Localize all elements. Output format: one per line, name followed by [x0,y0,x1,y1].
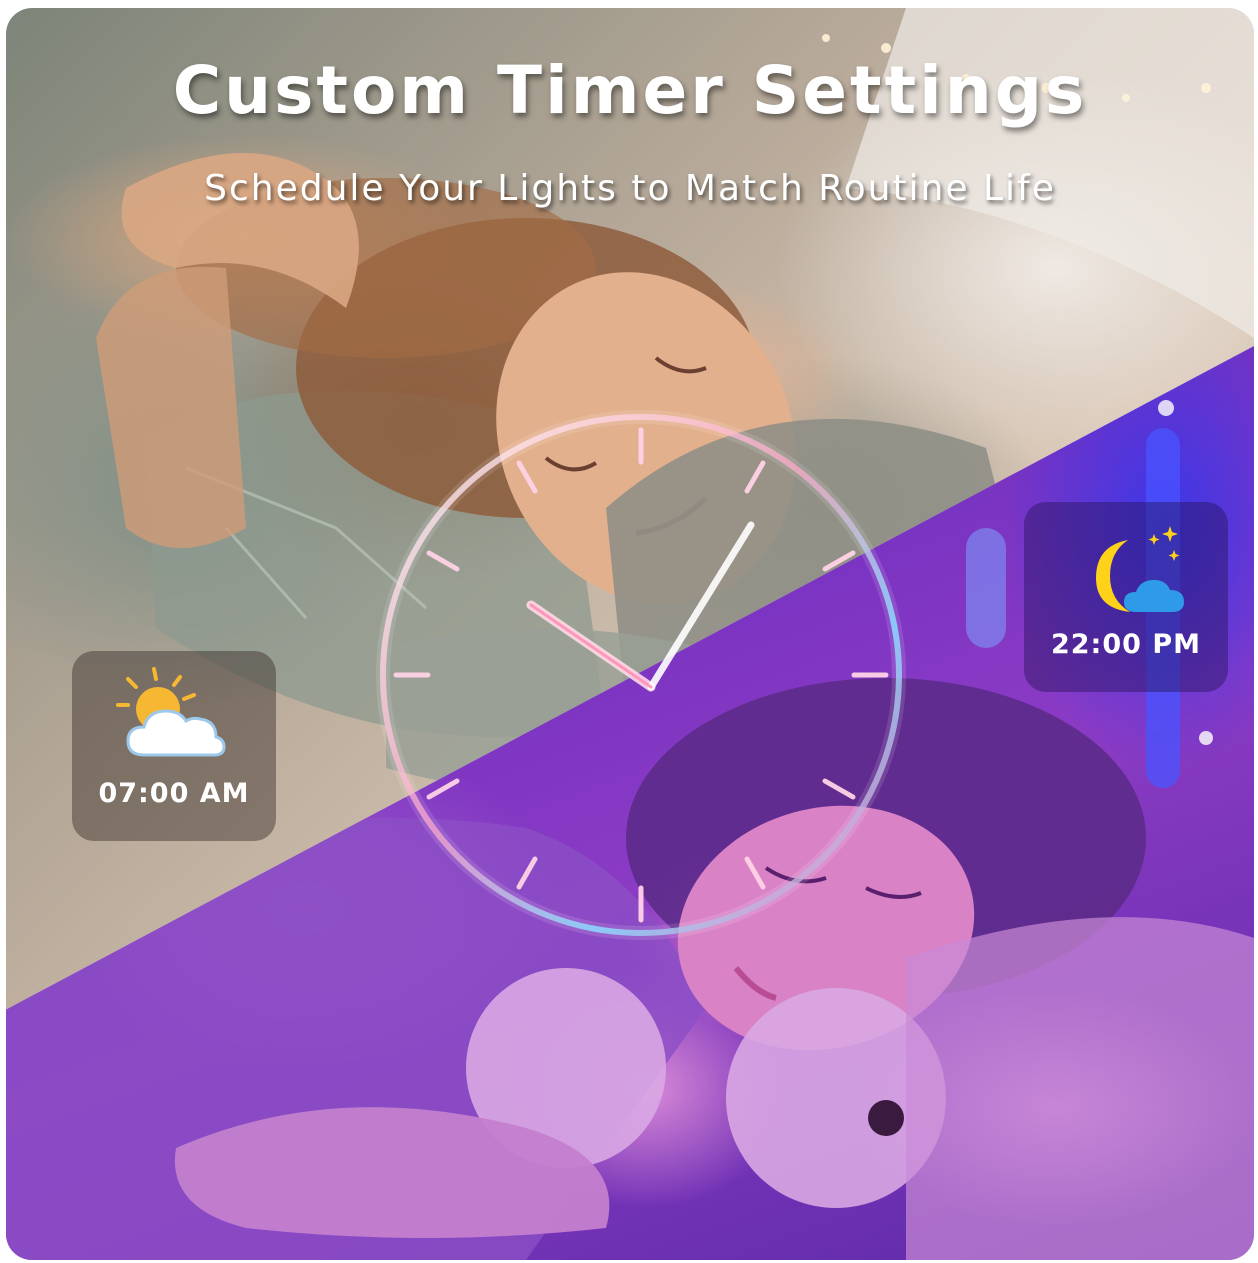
clock-face-icon [376,410,906,940]
sun-behind-cloud-icon [116,667,226,757]
banner-subtitle: Schedule Your Lights to Match Routine Li… [204,168,1056,209]
banner-frame: Custom Timer Settings Schedule Your Ligh… [6,8,1254,1260]
sleep-time-label: 22:00 PM [1050,629,1201,660]
wake-time-label: 07:00 AM [98,778,250,809]
wake-time-card: 07:00 AM [72,651,276,841]
banner-title: Custom Timer Settings [172,52,1088,129]
sleep-time-card: 22:00 PM [1024,502,1228,692]
moon-and-cloud-icon [1096,526,1184,612]
